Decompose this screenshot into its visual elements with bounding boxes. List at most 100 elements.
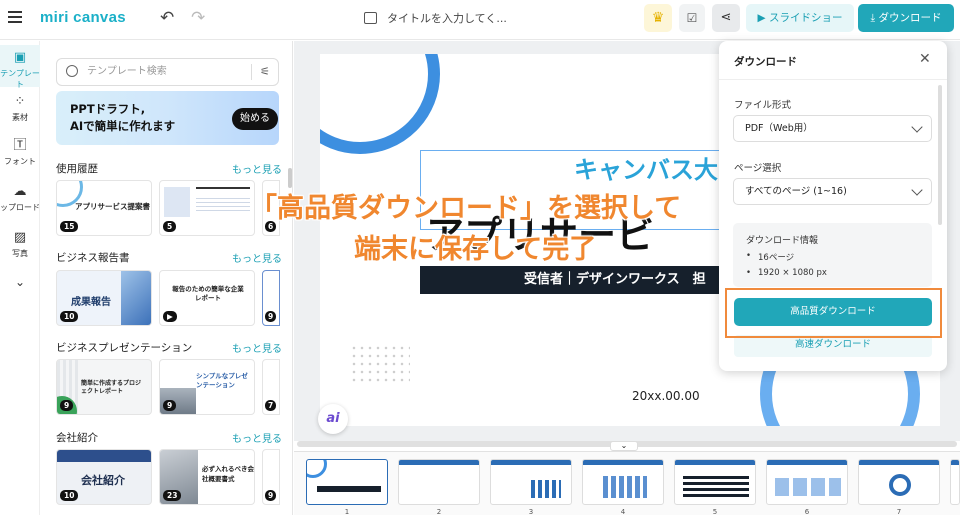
rail-item-photo[interactable]: ▨ 写真 <box>0 231 40 259</box>
format-value: PDF（Web用） <box>745 123 813 134</box>
search-placeholder: テンプレート検索 <box>87 66 167 77</box>
page-thumb[interactable] <box>858 459 940 505</box>
rail-item-upload[interactable]: ☁ ップロード <box>0 185 40 213</box>
close-icon[interactable]: ✕ <box>919 51 931 67</box>
rail-label: 写真 <box>12 249 28 258</box>
crown-icon[interactable]: ♛ <box>644 4 672 32</box>
ai-assistant-button[interactable]: ai <box>318 404 348 434</box>
template-thumb[interactable]: 会社紹介 10 <box>56 449 152 505</box>
slide-date: 20xx.00.00 <box>632 389 700 403</box>
slide-headline: キャンバス大 <box>574 156 718 184</box>
page-thumb[interactable] <box>674 459 756 505</box>
video-play-icon: ▶ <box>163 311 177 322</box>
template-thumb[interactable]: シンプルなプレゼンテーション 9 <box>159 359 255 415</box>
rail-label: フォント <box>4 157 36 166</box>
page-count-badge: 10 <box>60 311 79 322</box>
more-link[interactable]: もっと見る <box>232 161 282 176</box>
download-button[interactable]: ⤓ ダウンロード <box>858 4 954 32</box>
thumb-caption: 報告のための簡単な企業レポート <box>172 285 244 302</box>
slide-circle-decoration <box>320 54 440 154</box>
ai-promo-banner[interactable]: PPTドラフト, AIで簡単に作れます 始める <box>56 91 279 145</box>
page-thumb[interactable] <box>582 459 664 505</box>
page-count-badge: 9 <box>60 400 74 411</box>
page-count-badge: 9 <box>265 490 277 501</box>
slide-dot-pattern <box>350 344 410 384</box>
template-thumb[interactable]: 成果報告 10 <box>56 270 152 326</box>
template-thumb[interactable]: 5 <box>159 180 255 236</box>
template-thumb[interactable]: 7 <box>262 359 280 415</box>
section-title: ビジネスプレゼンテーション <box>56 342 193 354</box>
page-select-value: すべてのページ (1~16) <box>745 186 847 197</box>
template-icon: ▣ <box>13 50 27 65</box>
panel-scrollbar[interactable] <box>288 168 292 188</box>
info-size: 1920 × 1080 px <box>746 268 919 278</box>
more-link[interactable]: もっと見る <box>232 430 282 445</box>
thumb-caption: 必ず入れるべき会社概要書式 <box>202 465 254 483</box>
template-thumb[interactable]: 9 <box>262 270 280 326</box>
search-input[interactable]: テンプレート検索 ⚟ <box>56 58 279 86</box>
template-thumb[interactable]: 簡単に作成するプロジェクトレポート 9 <box>56 359 152 415</box>
info-title: ダウンロード情報 <box>746 236 819 246</box>
page-filmstrip: 1 2 3 4 5 6 7 <box>294 451 960 516</box>
section-title: ビジネス報告書 <box>56 252 130 264</box>
thumb-caption: 簡単に作成するプロジェクトレポート <box>81 380 142 395</box>
divider <box>719 79 947 80</box>
rail-item-text[interactable]: 🅃 フォント <box>0 139 40 167</box>
doc-title[interactable]: タイトルを入力してく... <box>364 10 507 26</box>
page-thumb[interactable] <box>950 459 960 505</box>
slideshow-button[interactable]: ▶ スライドショー <box>746 4 854 32</box>
page-thumb[interactable] <box>490 459 572 505</box>
rail-label: テンプレート <box>0 69 40 89</box>
format-label: ファイル形式 <box>734 100 792 111</box>
play-icon: ▶ <box>757 12 769 24</box>
elements-icon: ⁘ <box>14 94 26 109</box>
undo-icon[interactable]: ↶ <box>160 8 174 28</box>
share-icon[interactable]: ⋖ <box>712 4 740 32</box>
page-count-badge: 9 <box>265 311 277 322</box>
dialog-scrollbar[interactable] <box>938 85 942 225</box>
chevron-down-icon[interactable]: ⌄ <box>610 441 638 451</box>
annotation-line1: 「高品質ダウンロード」を選択して <box>250 193 682 224</box>
left-rail: ▣ テンプレート ⁘ 素材 🅃 フォント ☁ ップロード ▨ 写真 ⌄ <box>0 41 40 515</box>
page-count-badge: 7 <box>265 400 277 411</box>
rail-label: ップロード <box>0 203 40 212</box>
slideshow-label: スライドショー <box>768 12 843 24</box>
page-thumb[interactable] <box>398 459 480 505</box>
rail-label: 素材 <box>12 113 28 122</box>
filter-icon[interactable]: ⚟ <box>251 64 270 80</box>
photo-icon: ▨ <box>13 230 27 245</box>
page-select[interactable]: すべてのページ (1~16) <box>733 178 932 205</box>
upload-icon: ☁ <box>13 184 27 199</box>
page-count-badge: 10 <box>60 490 79 501</box>
redo-icon[interactable]: ↷ <box>191 8 205 28</box>
rail-item-elements[interactable]: ⁘ 素材 <box>0 95 40 123</box>
rail-item-template[interactable]: ▣ テンプレート <box>0 45 40 89</box>
file-add-icon <box>364 12 377 24</box>
promo-line2: AIで簡単に作れます <box>70 119 176 133</box>
menu-icon[interactable] <box>8 11 22 23</box>
page-thumb[interactable] <box>306 459 388 505</box>
thumb-caption: 会社紹介 <box>81 474 125 487</box>
app-logo[interactable]: miri canvas <box>40 9 126 26</box>
download-label: ダウンロード <box>878 12 942 24</box>
page-select-label: ページ選択 <box>734 163 782 174</box>
start-button[interactable]: 始める <box>232 108 278 130</box>
template-thumb[interactable]: 9 <box>262 449 280 505</box>
thumb-caption: アプリサービス提案書 <box>75 202 150 211</box>
chevron-down-icon[interactable]: ⌄ <box>0 275 40 289</box>
promo-line1: PPTドラフト, <box>70 102 146 116</box>
doc-title-text[interactable]: タイトルを入力してく... <box>387 12 507 25</box>
page-thumb[interactable] <box>766 459 848 505</box>
more-link[interactable]: もっと見る <box>232 250 282 265</box>
page-count-badge: 15 <box>60 221 79 232</box>
fast-download-button[interactable]: 高速ダウンロード <box>734 335 932 357</box>
format-select[interactable]: PDF（Web用） <box>733 115 932 142</box>
template-thumb[interactable]: アプリサービス提案書 15 <box>56 180 152 236</box>
template-thumb[interactable]: 報告のための簡単な企業レポート ▶ <box>159 270 255 326</box>
more-link[interactable]: もっと見る <box>232 340 282 355</box>
template-panel: テンプレート検索 ⚟ PPTドラフト, AIで簡単に作れます 始める 使用履歴 も… <box>41 41 293 515</box>
thumb-caption: シンプルなプレゼンテーション <box>196 372 248 389</box>
save-icon[interactable]: ☑ <box>679 4 705 32</box>
download-info-box: ダウンロード情報 16ページ 1920 × 1080 px <box>733 223 932 287</box>
template-thumb[interactable]: 必ず入れるべき会社概要書式 23 <box>159 449 255 505</box>
